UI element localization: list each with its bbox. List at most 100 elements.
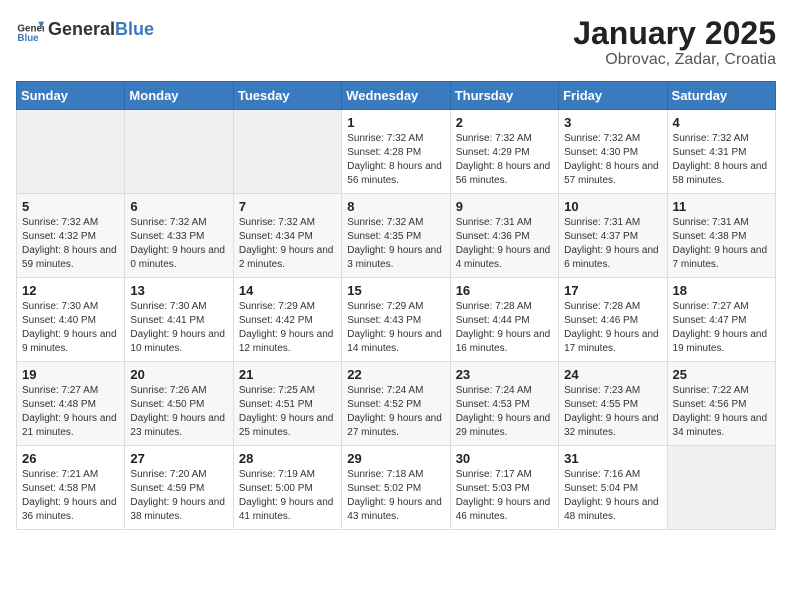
day-info: Sunrise: 7:20 AMSunset: 4:59 PMDaylight:… bbox=[130, 468, 227, 524]
day-of-week-header: Sunday bbox=[17, 82, 125, 110]
page-header: General Blue GeneralBlue January 2025 Ob… bbox=[16, 16, 776, 69]
calendar-week-row: 5Sunrise: 7:32 AMSunset: 4:32 PMDaylight… bbox=[17, 194, 776, 278]
day-info: Sunrise: 7:31 AMSunset: 4:37 PMDaylight:… bbox=[564, 216, 661, 272]
day-info: Sunrise: 7:27 AMSunset: 4:48 PMDaylight:… bbox=[22, 384, 119, 440]
day-number: 16 bbox=[456, 283, 553, 298]
calendar-cell: 23Sunrise: 7:24 AMSunset: 4:53 PMDayligh… bbox=[450, 362, 558, 446]
calendar-cell: 6Sunrise: 7:32 AMSunset: 4:33 PMDaylight… bbox=[125, 194, 233, 278]
svg-text:Blue: Blue bbox=[17, 33, 39, 44]
day-info: Sunrise: 7:32 AMSunset: 4:28 PMDaylight:… bbox=[347, 132, 444, 188]
day-number: 29 bbox=[347, 451, 444, 466]
calendar-cell: 25 Sunrise: 7:22 AMSunset: 4:56 PMDayligh… bbox=[667, 362, 775, 446]
day-number: 27 bbox=[130, 451, 227, 466]
day-info: Sunrise: 7:19 AMSunset: 5:00 PMDaylight:… bbox=[239, 468, 336, 524]
calendar-cell bbox=[125, 110, 233, 194]
day-number: 13 bbox=[130, 283, 227, 298]
day-info: Sunrise: 7:21 AMSunset: 4:58 PMDaylight:… bbox=[22, 468, 119, 524]
calendar-header: SundayMondayTuesdayWednesdayThursdayFrid… bbox=[17, 82, 776, 110]
day-number: 24 bbox=[564, 367, 661, 382]
day-number: 19 bbox=[22, 367, 119, 382]
day-of-week-header: Saturday bbox=[667, 82, 775, 110]
calendar-cell: 13 Sunrise: 7:30 AMSunset: 4:41 PMDayligh… bbox=[125, 278, 233, 362]
day-info: Sunrise: 7:32 AMSunset: 4:29 PMDaylight:… bbox=[456, 132, 553, 188]
day-info: Sunrise: 7:28 AMSunset: 4:44 PMDaylight:… bbox=[456, 300, 553, 356]
day-info: Sunrise: 7:29 AMSunset: 4:42 PMDaylight:… bbox=[239, 300, 336, 356]
day-number: 3 bbox=[564, 115, 661, 130]
days-of-week-row: SundayMondayTuesdayWednesdayThursdayFrid… bbox=[17, 82, 776, 110]
day-number: 9 bbox=[456, 199, 553, 214]
logo-icon: General Blue bbox=[16, 16, 44, 44]
calendar-cell: 1 Sunrise: 7:32 AMSunset: 4:28 PMDaylight… bbox=[342, 110, 450, 194]
calendar-week-row: 19 Sunrise: 7:27 AMSunset: 4:48 PMDayligh… bbox=[17, 362, 776, 446]
day-info: Sunrise: 7:24 AMSunset: 4:52 PMDaylight:… bbox=[347, 384, 444, 440]
calendar-cell bbox=[233, 110, 341, 194]
calendar-cell: 14 Sunrise: 7:29 AMSunset: 4:42 PMDayligh… bbox=[233, 278, 341, 362]
calendar-cell: 17 Sunrise: 7:28 AMSunset: 4:46 PMDayligh… bbox=[559, 278, 667, 362]
logo: General Blue GeneralBlue bbox=[16, 16, 154, 44]
calendar-subtitle: Obrovac, Zadar, Croatia bbox=[573, 51, 776, 69]
day-info: Sunrise: 7:32 AMSunset: 4:31 PMDaylight:… bbox=[673, 132, 770, 188]
calendar-table: SundayMondayTuesdayWednesdayThursdayFrid… bbox=[16, 81, 776, 530]
day-info: Sunrise: 7:25 AMSunset: 4:51 PMDaylight:… bbox=[239, 384, 336, 440]
day-number: 2 bbox=[456, 115, 553, 130]
day-of-week-header: Friday bbox=[559, 82, 667, 110]
logo-text-blue: Blue bbox=[115, 20, 154, 40]
calendar-week-row: 1 Sunrise: 7:32 AMSunset: 4:28 PMDaylight… bbox=[17, 110, 776, 194]
calendar-cell: 19 Sunrise: 7:27 AMSunset: 4:48 PMDayligh… bbox=[17, 362, 125, 446]
day-info: Sunrise: 7:22 AMSunset: 4:56 PMDaylight:… bbox=[673, 384, 770, 440]
calendar-cell: 16 Sunrise: 7:28 AMSunset: 4:44 PMDayligh… bbox=[450, 278, 558, 362]
day-number: 28 bbox=[239, 451, 336, 466]
calendar-cell: 20 Sunrise: 7:26 AMSunset: 4:50 PMDayligh… bbox=[125, 362, 233, 446]
calendar-title: January 2025 bbox=[573, 16, 776, 51]
day-number: 15 bbox=[347, 283, 444, 298]
day-number: 7 bbox=[239, 199, 336, 214]
day-number: 1 bbox=[347, 115, 444, 130]
calendar-cell: 21Sunrise: 7:25 AMSunset: 4:51 PMDayligh… bbox=[233, 362, 341, 446]
calendar-cell: 10Sunrise: 7:31 AMSunset: 4:37 PMDayligh… bbox=[559, 194, 667, 278]
calendar-cell: 30Sunrise: 7:17 AMSunset: 5:03 PMDayligh… bbox=[450, 446, 558, 530]
day-number: 22 bbox=[347, 367, 444, 382]
day-info: Sunrise: 7:18 AMSunset: 5:02 PMDaylight:… bbox=[347, 468, 444, 524]
day-info: Sunrise: 7:32 AMSunset: 4:30 PMDaylight:… bbox=[564, 132, 661, 188]
calendar-cell: 8Sunrise: 7:32 AMSunset: 4:35 PMDaylight… bbox=[342, 194, 450, 278]
day-info: Sunrise: 7:30 AMSunset: 4:40 PMDaylight:… bbox=[22, 300, 119, 356]
day-number: 17 bbox=[564, 283, 661, 298]
calendar-cell: 22 Sunrise: 7:24 AMSunset: 4:52 PMDayligh… bbox=[342, 362, 450, 446]
day-info: Sunrise: 7:32 AMSunset: 4:35 PMDaylight:… bbox=[347, 216, 444, 272]
calendar-week-row: 12 Sunrise: 7:30 AMSunset: 4:40 PMDayligh… bbox=[17, 278, 776, 362]
day-number: 14 bbox=[239, 283, 336, 298]
day-number: 26 bbox=[22, 451, 119, 466]
day-number: 11 bbox=[673, 199, 770, 214]
day-info: Sunrise: 7:26 AMSunset: 4:50 PMDaylight:… bbox=[130, 384, 227, 440]
title-block: January 2025 Obrovac, Zadar, Croatia bbox=[573, 16, 776, 69]
day-number: 12 bbox=[22, 283, 119, 298]
calendar-cell bbox=[667, 446, 775, 530]
day-info: Sunrise: 7:16 AMSunset: 5:04 PMDaylight:… bbox=[564, 468, 661, 524]
calendar-cell: 9 Sunrise: 7:31 AMSunset: 4:36 PMDaylight… bbox=[450, 194, 558, 278]
day-info: Sunrise: 7:28 AMSunset: 4:46 PMDaylight:… bbox=[564, 300, 661, 356]
calendar-cell: 11 Sunrise: 7:31 AMSunset: 4:38 PMDayligh… bbox=[667, 194, 775, 278]
day-info: Sunrise: 7:23 AMSunset: 4:55 PMDaylight:… bbox=[564, 384, 661, 440]
calendar-cell bbox=[17, 110, 125, 194]
calendar-cell: 27 Sunrise: 7:20 AMSunset: 4:59 PMDayligh… bbox=[125, 446, 233, 530]
calendar-cell: 7 Sunrise: 7:32 AMSunset: 4:34 PMDaylight… bbox=[233, 194, 341, 278]
day-info: Sunrise: 7:31 AMSunset: 4:38 PMDaylight:… bbox=[673, 216, 770, 272]
calendar-cell: 29 Sunrise: 7:18 AMSunset: 5:02 PMDayligh… bbox=[342, 446, 450, 530]
day-info: Sunrise: 7:32 AMSunset: 4:33 PMDaylight:… bbox=[130, 216, 227, 272]
calendar-body: 1 Sunrise: 7:32 AMSunset: 4:28 PMDaylight… bbox=[17, 110, 776, 530]
day-info: Sunrise: 7:32 AMSunset: 4:34 PMDaylight:… bbox=[239, 216, 336, 272]
day-info: Sunrise: 7:30 AMSunset: 4:41 PMDaylight:… bbox=[130, 300, 227, 356]
calendar-cell: 12 Sunrise: 7:30 AMSunset: 4:40 PMDayligh… bbox=[17, 278, 125, 362]
day-info: Sunrise: 7:31 AMSunset: 4:36 PMDaylight:… bbox=[456, 216, 553, 272]
day-info: Sunrise: 7:32 AMSunset: 4:32 PMDaylight:… bbox=[22, 216, 119, 272]
day-number: 18 bbox=[673, 283, 770, 298]
day-info: Sunrise: 7:24 AMSunset: 4:53 PMDaylight:… bbox=[456, 384, 553, 440]
calendar-cell: 2 Sunrise: 7:32 AMSunset: 4:29 PMDaylight… bbox=[450, 110, 558, 194]
day-number: 20 bbox=[130, 367, 227, 382]
calendar-cell: 31Sunrise: 7:16 AMSunset: 5:04 PMDayligh… bbox=[559, 446, 667, 530]
day-of-week-header: Monday bbox=[125, 82, 233, 110]
calendar-cell: 24 Sunrise: 7:23 AMSunset: 4:55 PMDayligh… bbox=[559, 362, 667, 446]
calendar-cell: 3 Sunrise: 7:32 AMSunset: 4:30 PMDaylight… bbox=[559, 110, 667, 194]
day-number: 30 bbox=[456, 451, 553, 466]
day-number: 25 bbox=[673, 367, 770, 382]
